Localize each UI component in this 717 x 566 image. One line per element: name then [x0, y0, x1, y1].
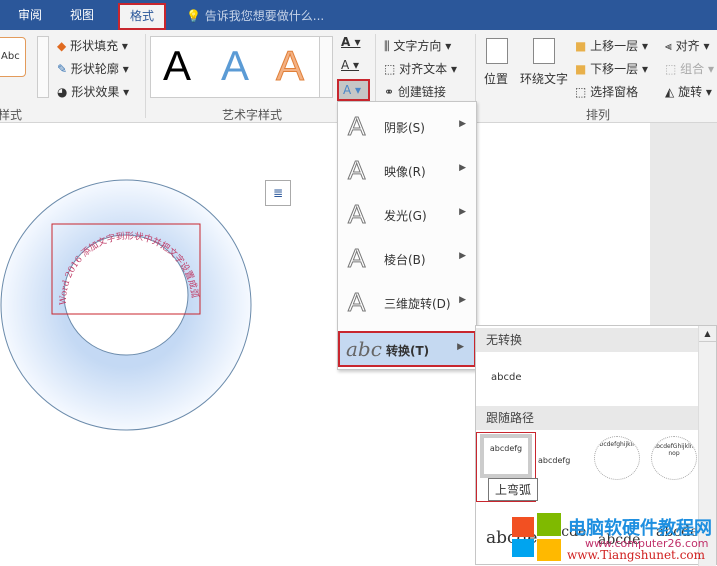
shadow-icon: A	[347, 111, 366, 142]
wordart-orange[interactable]: A	[275, 42, 304, 90]
chevron-right-icon: ▶	[459, 207, 466, 217]
shape-fill-button[interactable]: ◆ 形状填充 ▾	[57, 37, 128, 54]
button-option[interactable]: abcdefGhijklmnop	[651, 436, 697, 480]
no-transform-option[interactable]: abcde	[491, 372, 521, 383]
text-direction-icon: ⫼	[384, 39, 390, 53]
text-direction-button[interactable]: ⫼ 文字方向 ▾	[384, 37, 451, 54]
selection-pane-icon: ⬚	[575, 85, 587, 99]
gallery-scrollbar[interactable]	[37, 36, 49, 98]
text-fill-button[interactable]: A ▾	[341, 35, 361, 49]
3d-rotation-icon: A	[347, 287, 366, 318]
group-icon: ⬚	[665, 62, 677, 76]
align-icon: ⫷	[665, 39, 672, 53]
glow-icon: A	[347, 199, 366, 230]
text-effects-button[interactable]: A ▾	[337, 79, 370, 101]
text-effects-menu: A 阴影(S) ▶ A 映像(R) ▶ A 发光(G) ▶ A 棱台(B) ▶ A 三维旋转(D)…	[337, 101, 477, 370]
reflection-icon: A	[347, 155, 366, 186]
chevron-right-icon: ▶	[459, 295, 466, 305]
chevron-right-icon: ▶	[459, 119, 466, 129]
group-label-arrange: 排列	[586, 108, 611, 122]
position-icon	[486, 38, 508, 64]
circle-option[interactable]: abcdefghijklm	[594, 436, 640, 480]
tab-format[interactable]: 格式	[118, 3, 167, 30]
title-bar: 审阅 视图 格式 💡 告诉我您想要做什么...	[0, 0, 717, 30]
send-backward-icon: ■	[575, 62, 587, 76]
paint-bucket-icon: ◆	[57, 39, 67, 53]
text-outline-button[interactable]: A ▾	[341, 58, 359, 72]
divider	[145, 34, 146, 118]
bring-forward-button[interactable]: ■ 上移一层 ▾	[575, 37, 648, 54]
position-button[interactable]: 位置	[484, 70, 508, 87]
menu-item-glow[interactable]: A 发光(G) ▶	[338, 193, 476, 237]
group-label-styles: 样式	[0, 108, 23, 122]
bring-forward-icon: ■	[575, 39, 587, 53]
arch-down-option[interactable]: abcdefg	[538, 456, 570, 465]
wordart-gallery-scroll[interactable]	[319, 36, 333, 98]
section-no-transform: 无转换	[476, 328, 698, 352]
shape-effects-button[interactable]: ◕ 形状效果 ▾	[57, 83, 129, 100]
group-label-wordart: 艺术字样式	[222, 108, 283, 122]
create-link-button[interactable]: ⚭ 创建链接	[384, 83, 446, 100]
align-text-button[interactable]: ⬚ 对齐文本 ▾	[384, 60, 457, 77]
chevron-right-icon: ▶	[457, 342, 464, 352]
section-follow-path: 跟随路径	[476, 406, 698, 430]
shape-outline-button[interactable]: ✎ 形状轮廓 ▾	[57, 60, 129, 77]
watermark-url-2: www.Tiangshunet.com	[567, 548, 706, 562]
rotate-button[interactable]: ◭ 旋转 ▾	[665, 83, 712, 100]
menu-item-bevel[interactable]: A 棱台(B) ▶	[338, 237, 476, 281]
chevron-right-icon: ▶	[459, 163, 466, 173]
pen-icon: ✎	[57, 62, 68, 76]
wrap-text-icon	[533, 38, 555, 64]
wordart-blue[interactable]: A	[221, 42, 249, 90]
workspace-background	[650, 123, 717, 325]
align-text-icon: ⬚	[384, 62, 396, 76]
menu-item-transform[interactable]: abc 转换(T) ▶	[338, 331, 476, 367]
chevron-right-icon: ▶	[459, 251, 466, 261]
tell-me-input[interactable]: 💡 告诉我您想要做什么...	[186, 0, 324, 32]
rotate-icon: ◭	[665, 85, 675, 99]
group-button[interactable]: ⬚ 组合 ▾	[665, 60, 714, 77]
align-button[interactable]: ⫷ 对齐 ▾	[665, 37, 709, 54]
windows-logo-watermark	[512, 513, 562, 561]
selection-pane-button[interactable]: ⬚ 选择窗格	[575, 83, 638, 100]
link-icon: ⚭	[384, 85, 395, 99]
transform-icon: abc	[346, 337, 382, 361]
lightbulb-icon: 💡	[186, 9, 201, 23]
wordart-black[interactable]: A	[163, 42, 191, 90]
layout-options-icon[interactable]: ≣	[265, 180, 291, 206]
tab-review[interactable]: 审阅	[18, 0, 42, 30]
menu-item-3d-rotation[interactable]: A 三维旋转(D) ▶	[338, 281, 476, 325]
menu-item-reflection[interactable]: A 映像(R) ▶	[338, 149, 476, 193]
shape-style-preview[interactable]: Abc	[0, 37, 26, 77]
bevel-icon: A	[347, 243, 366, 274]
tooltip: 上弯弧	[488, 478, 539, 501]
wordart-gallery[interactable]: A A A	[150, 36, 333, 98]
wrap-text-button[interactable]: 环绕文字	[520, 70, 568, 87]
menu-item-shadow[interactable]: A 阴影(S) ▶	[338, 105, 476, 149]
tab-view[interactable]: 视图	[70, 0, 94, 30]
scroll-up-icon[interactable]: ▲	[699, 326, 716, 342]
send-backward-button[interactable]: ■ 下移一层 ▾	[575, 60, 648, 77]
effects-icon: ◕	[57, 85, 68, 99]
